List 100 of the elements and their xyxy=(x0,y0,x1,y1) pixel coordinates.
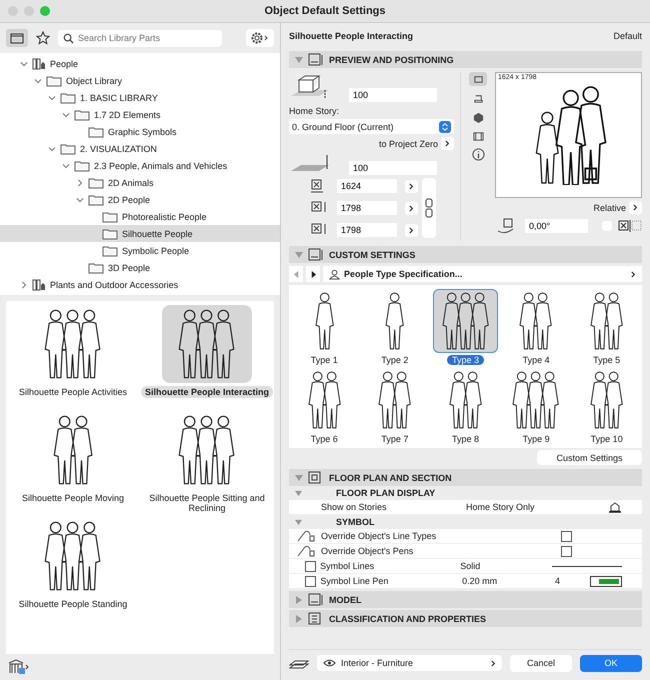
library-part-item[interactable]: Silhouette People Moving xyxy=(6,411,140,517)
layer-select[interactable]: Interior - Furniture xyxy=(317,655,502,671)
chevron-icon[interactable] xyxy=(48,94,56,102)
chevron-icon[interactable] xyxy=(76,178,84,186)
people-silhouette-drawing xyxy=(519,292,553,350)
type-option[interactable]: Type 5 xyxy=(571,289,642,365)
chevron-icon[interactable] xyxy=(20,60,28,68)
property-value: Solid xyxy=(460,561,480,571)
people-silhouette-drawing xyxy=(442,292,490,350)
folder-icon xyxy=(102,228,118,240)
row-checkbox[interactable] xyxy=(305,576,316,586)
folder-tab[interactable] xyxy=(6,29,28,47)
angle-field[interactable]: 0,00° xyxy=(525,219,588,233)
property-value: 0.20 mm xyxy=(462,576,498,586)
override-checkbox[interactable] xyxy=(561,546,572,556)
section-header[interactable]: CLASSIFICATION AND PROPERTIES xyxy=(289,610,642,627)
folder-icon xyxy=(60,142,76,154)
folder-icon xyxy=(88,194,104,206)
tree-item[interactable]: 1. BASIC LIBRARY xyxy=(0,89,280,106)
tree-item[interactable]: 2D Animals xyxy=(0,174,280,191)
chevron-icon xyxy=(491,660,496,666)
folder-icon xyxy=(88,176,104,188)
section-view-icon xyxy=(472,92,484,104)
folder-icon xyxy=(74,108,90,120)
tree-item[interactable]: Plants and Outdoor Accessories xyxy=(0,276,280,293)
arrow-button[interactable] xyxy=(629,201,642,214)
elevation-field[interactable]: 100 xyxy=(349,88,437,102)
tree-item[interactable]: People xyxy=(0,55,280,72)
chevron-icon[interactable] xyxy=(62,110,70,118)
tree-item[interactable]: 3D People xyxy=(0,259,280,276)
type-option[interactable]: Type 8 xyxy=(430,368,501,444)
library-part-item[interactable]: Silhouette People Activities xyxy=(6,305,140,411)
arrow-button[interactable] xyxy=(405,224,418,236)
type-option[interactable]: Type 4 xyxy=(500,289,572,365)
tree-item[interactable]: 2.3 People, Animals and Vehicles xyxy=(0,157,280,174)
library-part-item[interactable]: Silhouette People Sitting and Reclining xyxy=(140,411,274,517)
chevron-icon[interactable] xyxy=(48,144,56,152)
group-header[interactable]: SYMBOL xyxy=(289,515,642,529)
chevron-icon[interactable] xyxy=(76,196,84,204)
section-icon xyxy=(308,52,324,66)
left-triangle-icon xyxy=(292,270,300,278)
tree-item[interactable]: Silhouette People xyxy=(0,225,280,242)
section-header[interactable]: FLOOR PLAN AND SECTION xyxy=(289,469,642,486)
chevron-icon[interactable] xyxy=(20,280,28,288)
group-header[interactable]: FLOOR PLAN DISPLAY xyxy=(289,486,642,500)
type-option[interactable]: Type 7 xyxy=(360,368,430,444)
window-title: Object Default Settings xyxy=(264,5,386,17)
elevation-view-icon xyxy=(472,130,484,142)
settings-button[interactable] xyxy=(246,29,274,47)
people-silhouette-drawing xyxy=(385,292,405,350)
arrow-button[interactable] xyxy=(441,137,454,150)
people-silhouette-drawing xyxy=(44,521,102,591)
dimension-field[interactable]: 1624 xyxy=(337,179,397,193)
cancel-button[interactable]: Cancel xyxy=(510,654,572,672)
chain-link-toggle[interactable] xyxy=(422,178,436,238)
chevron-icon[interactable] xyxy=(34,76,42,84)
tree-item[interactable]: Graphic Symbols xyxy=(0,123,280,140)
dimension-field[interactable]: 1798 xyxy=(337,223,397,237)
row-checkbox[interactable] xyxy=(305,560,316,572)
type-option[interactable]: Type 6 xyxy=(289,368,360,444)
pen-number: 4 xyxy=(555,576,560,586)
tree-item[interactable]: 1.7 2D Elements xyxy=(0,106,280,123)
type-option[interactable]: Type 10 xyxy=(571,368,642,444)
chevron-icon[interactable] xyxy=(62,162,70,170)
library-part-item[interactable]: Silhouette People Interacting xyxy=(140,305,274,411)
page-select[interactable]: People Type Specification... xyxy=(323,266,642,282)
section-header[interactable]: MODEL xyxy=(289,591,642,608)
dimension-field[interactable]: 1798 xyxy=(337,201,397,215)
type-option[interactable]: Type 2 xyxy=(360,289,430,365)
search-field[interactable]: Search Library Parts xyxy=(58,30,222,46)
object-name: Silhouette People Interacting xyxy=(289,31,414,41)
type-option[interactable]: Type 1 xyxy=(289,289,360,365)
home-story-select[interactable]: 0. Ground Floor (Current) xyxy=(289,119,454,134)
folder-icon xyxy=(102,210,118,222)
chevron-icon xyxy=(445,140,450,147)
arrow-button[interactable] xyxy=(405,180,418,192)
tree-item[interactable]: Object Library xyxy=(0,72,280,89)
arrow-button[interactable] xyxy=(405,202,418,214)
tree-item[interactable]: Symbolic People xyxy=(0,242,280,259)
elevation-field[interactable]: 100 xyxy=(349,161,437,175)
ok-button[interactable]: OK xyxy=(580,654,642,672)
property-label: Show on Stories xyxy=(321,502,388,512)
section-header[interactable]: CUSTOM SETTINGS xyxy=(289,246,642,263)
plan-view-button[interactable] xyxy=(469,72,487,86)
library-part-item[interactable]: Silhouette People Standing xyxy=(6,517,140,623)
eye-icon xyxy=(323,659,336,667)
custom-settings-button[interactable]: Custom Settings xyxy=(537,450,642,465)
pen-color-swatch[interactable] xyxy=(590,576,622,586)
next-button[interactable] xyxy=(306,266,320,282)
tree-item[interactable]: 2D People xyxy=(0,191,280,208)
tree-item[interactable]: Photorealistic People xyxy=(0,208,280,225)
tree-item[interactable]: 2. VISUALIZATION xyxy=(0,140,280,157)
override-checkbox[interactable] xyxy=(561,530,572,542)
project-zero-label: to Project Zero xyxy=(378,138,438,148)
property-label: Symbol Lines xyxy=(320,561,376,571)
section-header[interactable]: PREVIEW AND POSITIONING xyxy=(289,51,642,68)
person-icon xyxy=(329,268,340,280)
type-option[interactable]: Type 9 xyxy=(500,368,572,444)
library-manager-icon[interactable] xyxy=(8,659,30,675)
info-icon[interactable] xyxy=(472,148,484,161)
